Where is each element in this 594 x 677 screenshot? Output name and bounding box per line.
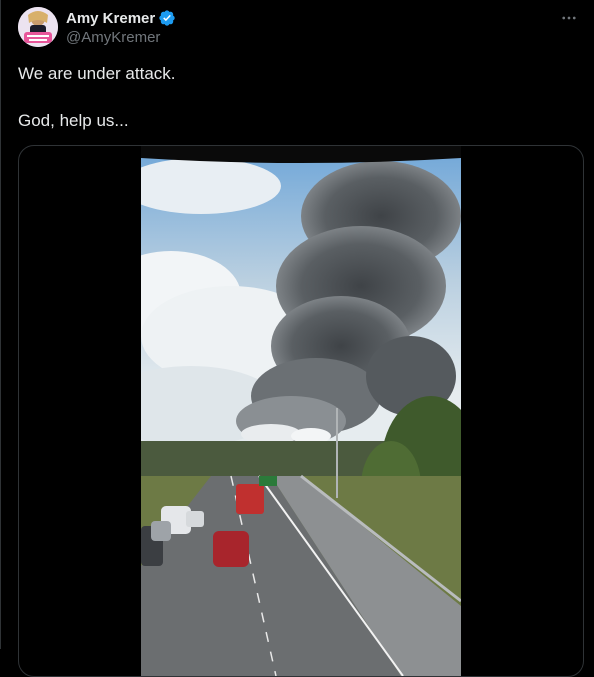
more-options-icon[interactable] [556, 7, 582, 29]
verified-badge-icon[interactable] [158, 9, 176, 27]
tweet-header: Amy Kremer @AmyKremer [18, 7, 584, 49]
media-card[interactable] [18, 145, 584, 677]
author-display-name[interactable]: Amy Kremer [66, 10, 155, 27]
tweet-text-line: We are under attack. [18, 64, 176, 83]
timeline-divider [0, 0, 1, 649]
tweet-text-line: God, help us... [18, 111, 129, 130]
author-handle[interactable]: @AmyKremer [66, 28, 176, 48]
video-thumbnail[interactable] [101, 146, 481, 676]
profile-avatar[interactable] [18, 7, 58, 47]
tweet-text: We are under attack. God, help us... [18, 62, 568, 132]
